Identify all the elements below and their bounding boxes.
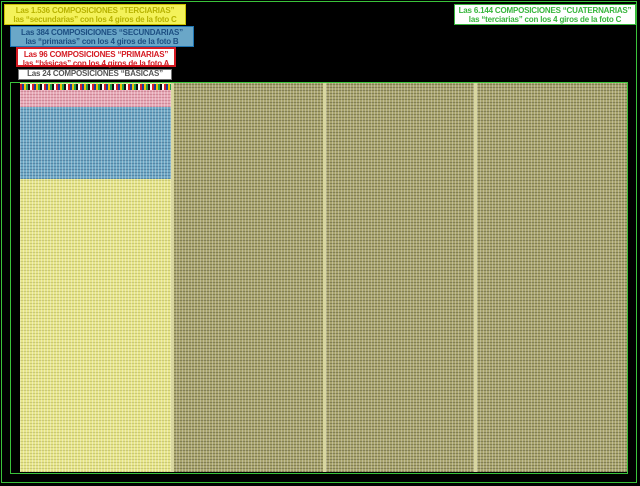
label-cuaternarias-subtitle: las “terciarias” con los 4 giros de la f…	[468, 15, 622, 24]
label-primarias-subtitle: las “básicas” con los 4 giros de la foto…	[22, 59, 170, 68]
label-terciarias-subtitle: las “secundarias” con los 4 giros de la …	[13, 15, 177, 24]
label-primarias-title: Las 96 COMPOSICIONES “PRIMARIAS”	[23, 50, 169, 59]
grid-frame	[10, 82, 628, 474]
label-terciarias: Las 1.536 COMPOSICIONES “TERCIARIAS” las…	[4, 4, 186, 25]
label-secundarias-subtitle: las “primarias” con los 4 giros de la fo…	[25, 37, 179, 46]
label-cuaternarias: Las 6.144 COMPOSICIONES “CUATERNARIAS” l…	[454, 4, 636, 25]
label-terciarias-title: Las 1.536 COMPOSICIONES “TERCIARIAS”	[15, 6, 175, 15]
label-basicas-title: Las 24 COMPOSICIONES “BÁSICAS”	[27, 69, 163, 78]
label-basicas: Las 24 COMPOSICIONES “BÁSICAS”	[18, 69, 172, 80]
label-primarias: Las 96 COMPOSICIONES “PRIMARIAS” las “bá…	[16, 47, 176, 68]
label-secundarias-title: Las 384 COMPOSICIONES “SECUNDARIAS”	[21, 28, 183, 37]
label-secundarias: Las 384 COMPOSICIONES “SECUNDARIAS” las …	[10, 26, 194, 47]
label-cuaternarias-title: Las 6.144 COMPOSICIONES “CUATERNARIAS”	[458, 6, 632, 15]
